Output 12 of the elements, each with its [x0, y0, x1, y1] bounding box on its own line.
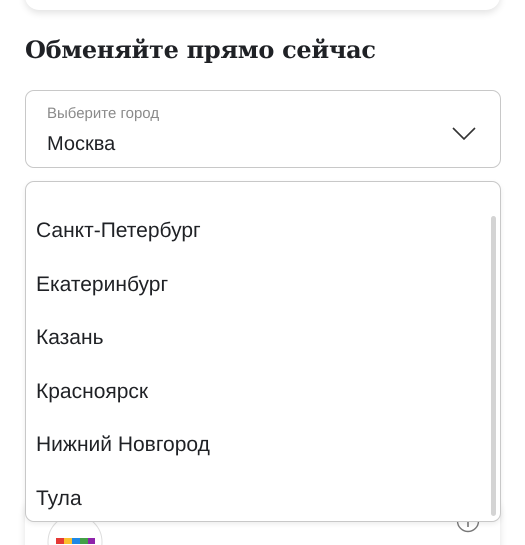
- section-heading: Обменяйте прямо сейчас: [25, 34, 377, 66]
- city-option[interactable]: Нижний Новгород: [36, 431, 210, 459]
- city-option[interactable]: Казань: [36, 324, 104, 352]
- select-value: Москва: [47, 132, 116, 157]
- chevron-down-icon: [452, 127, 476, 141]
- select-label: Выберите город: [47, 105, 160, 123]
- city-option[interactable]: Тула: [36, 484, 82, 512]
- city-option[interactable]: Красноярск: [36, 378, 148, 406]
- city-option[interactable]: Санкт-Петербург: [36, 217, 201, 245]
- city-option[interactable]: Екатеринбург: [36, 270, 168, 298]
- city-select[interactable]: Выберите город Москва: [25, 90, 501, 168]
- scrollbar[interactable]: [491, 216, 496, 516]
